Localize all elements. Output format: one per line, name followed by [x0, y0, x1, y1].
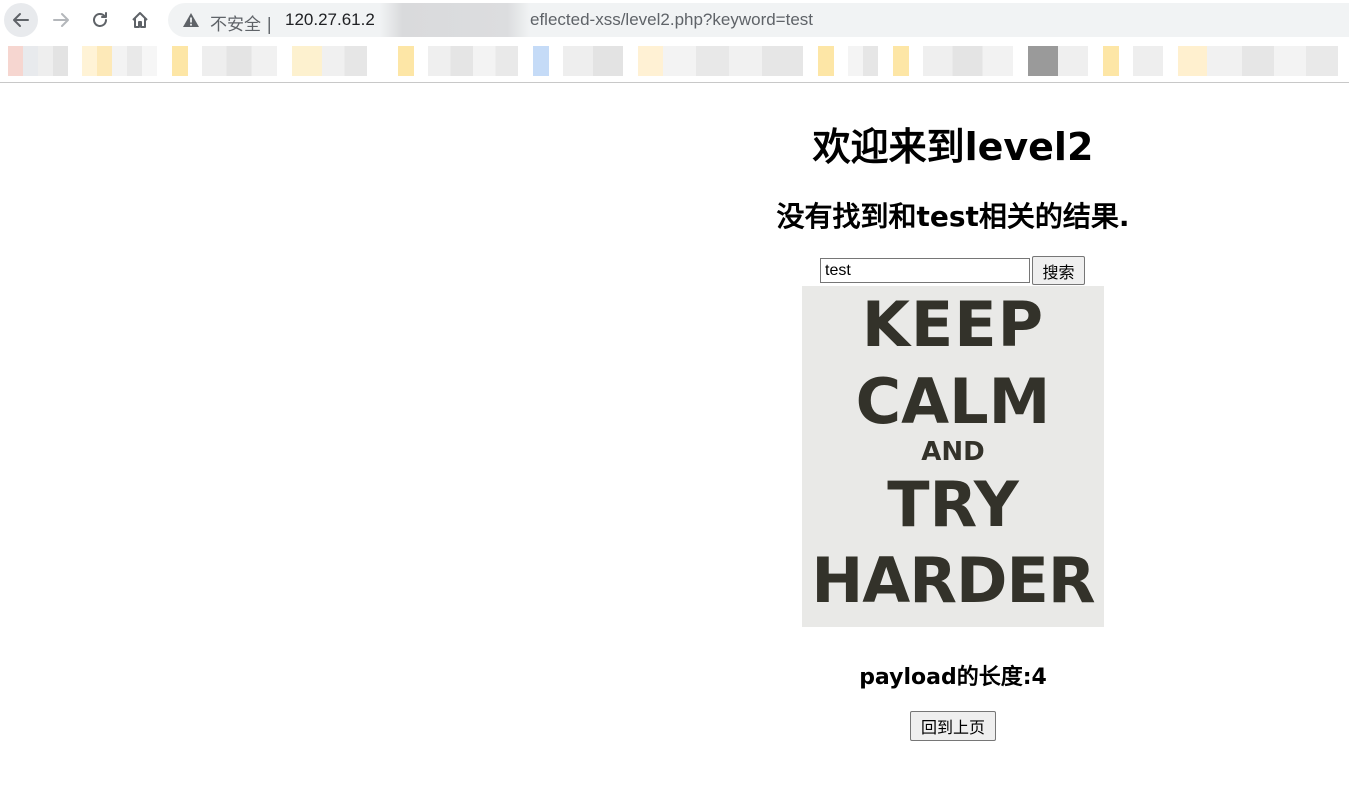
bookmark-item[interactable] — [638, 46, 803, 76]
bookmark-item[interactable] — [1178, 46, 1338, 76]
arrow-right-icon — [53, 13, 69, 27]
warning-triangle-icon — [183, 13, 199, 27]
arrow-left-icon — [13, 13, 29, 27]
reload-button[interactable] — [83, 3, 117, 37]
poster-line: HARDER — [811, 544, 1095, 617]
bookmarks-bar — [0, 42, 1349, 83]
url-path: eflected-xss/level2.php?keyword=test — [530, 10, 814, 29]
bookmark-item[interactable] — [292, 46, 367, 76]
search-form: 搜索 — [820, 256, 1110, 286]
address-bar[interactable]: 不安全 | 120.27.61.2 eflected-xss/level2.ph… — [168, 3, 1349, 37]
bookmark-item[interactable] — [563, 46, 623, 76]
bookmark-item[interactable] — [82, 46, 157, 76]
poster-line: CALM — [855, 365, 1051, 438]
browser-toolbar: 不安全 | 120.27.61.2 eflected-xss/level2.ph… — [0, 0, 1349, 42]
bookmark-item[interactable] — [893, 46, 909, 76]
bookmark-item[interactable] — [398, 46, 414, 76]
bookmark-item[interactable] — [202, 46, 277, 76]
search-input[interactable] — [820, 258, 1030, 283]
bookmark-item[interactable] — [172, 46, 188, 76]
reload-icon — [93, 12, 107, 27]
url-redacted-region — [380, 3, 530, 37]
poster-line: KEEP — [861, 288, 1045, 361]
security-status-label: 不安全 | — [210, 15, 273, 35]
bookmark-item[interactable] — [533, 46, 549, 76]
bookmark-item[interactable] — [1103, 46, 1119, 76]
keep-calm-poster: KEEP CALM AND TRY HARDER — [802, 286, 1104, 627]
result-message: 没有找到和test相关的结果. — [776, 200, 1130, 233]
poster-line: TRY — [887, 468, 1019, 541]
welcome-title: 欢迎来到level2 — [812, 125, 1094, 169]
poster-line: AND — [921, 437, 985, 467]
url-host: 120.27.61.2 — [285, 10, 375, 29]
bookmark-item[interactable] — [923, 46, 1013, 76]
back-button[interactable] — [4, 3, 38, 37]
bookmark-item[interactable] — [1058, 46, 1088, 76]
forward-button[interactable] — [44, 3, 78, 37]
bookmark-item[interactable] — [1028, 46, 1058, 76]
bookmark-item[interactable] — [8, 46, 68, 76]
back-to-previous-button[interactable]: 回到上页 — [910, 711, 996, 741]
search-button[interactable]: 搜索 — [1032, 256, 1085, 285]
payload-length-text: payload的长度:4 — [859, 665, 1047, 690]
bookmark-item[interactable] — [818, 46, 834, 76]
bookmark-item[interactable] — [848, 46, 878, 76]
home-button[interactable] — [123, 3, 157, 37]
bookmark-item[interactable] — [1133, 46, 1163, 76]
home-icon — [132, 12, 148, 28]
bookmark-item[interactable] — [428, 46, 518, 76]
